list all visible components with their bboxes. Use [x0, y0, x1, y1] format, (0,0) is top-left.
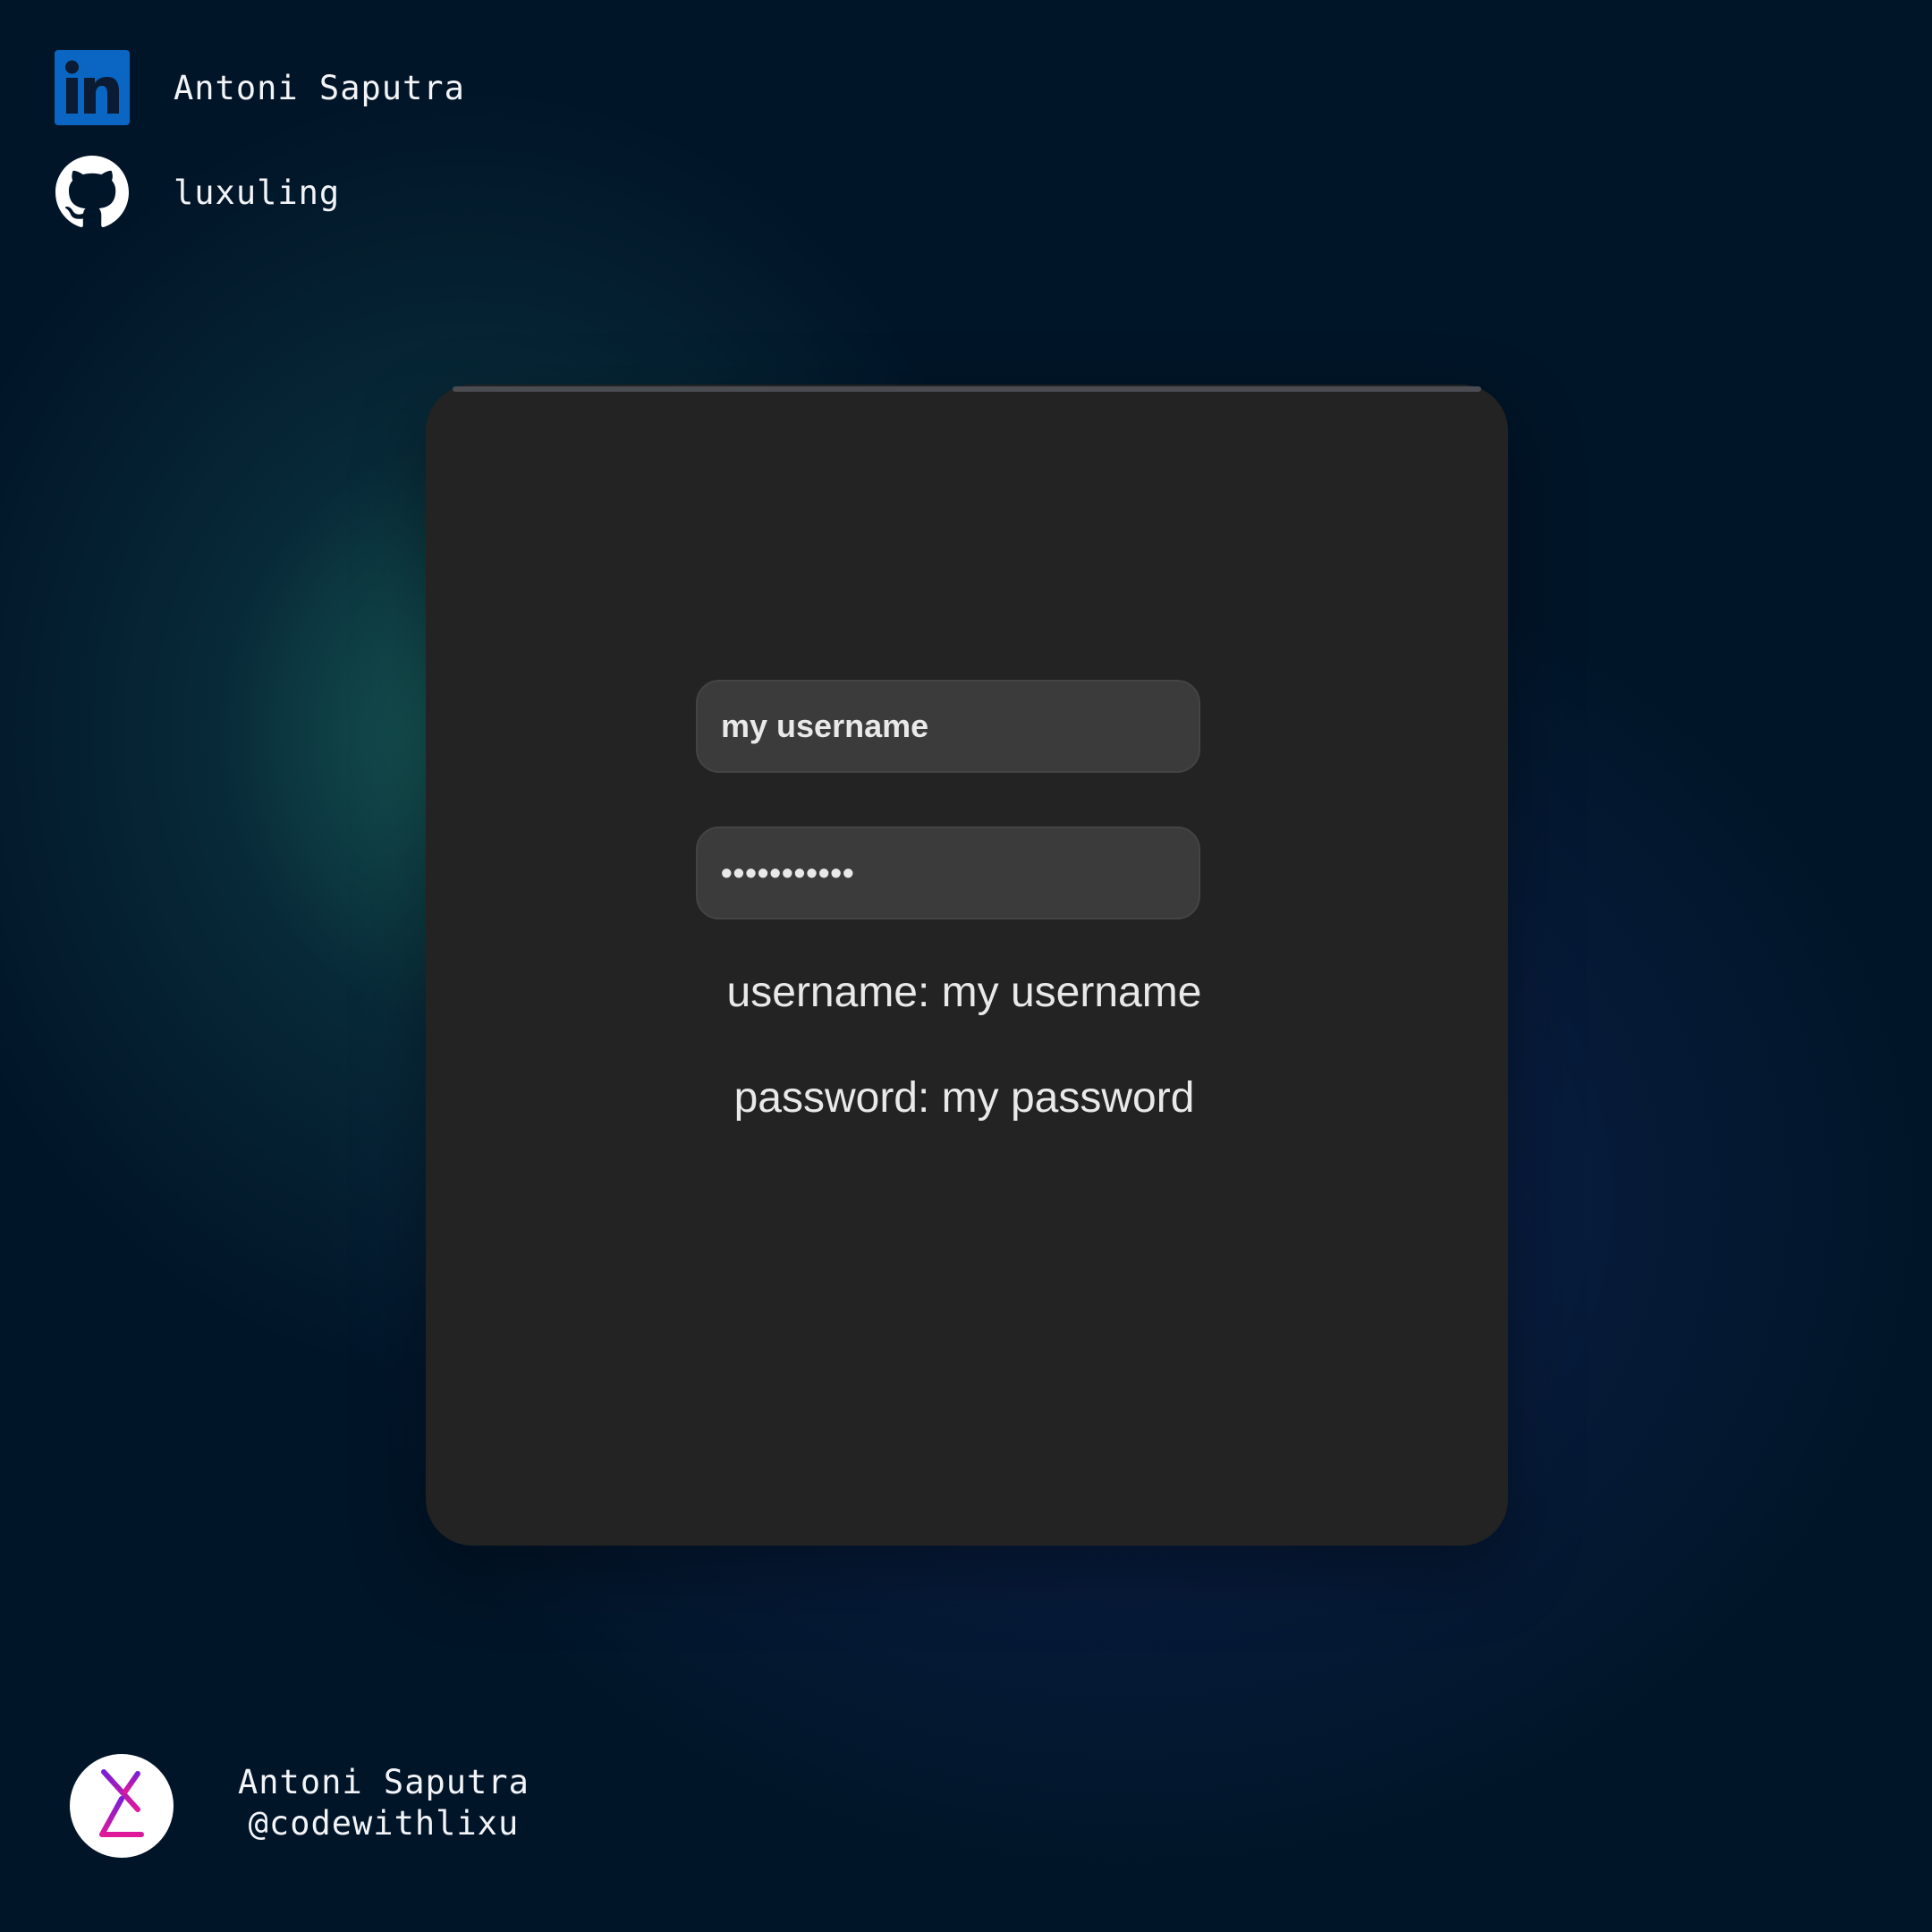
lx-logo-icon — [70, 1754, 174, 1858]
login-card: my username ••••••••••• username: my use… — [426, 385, 1508, 1546]
card-top-border — [453, 386, 1481, 392]
github-icon — [54, 154, 131, 231]
username-output: username: my username — [726, 969, 1202, 1016]
github-link[interactable]: luxuling — [54, 154, 340, 231]
github-username: luxuling — [174, 173, 341, 212]
password-output: password: my password — [733, 1074, 1195, 1122]
footer-handle: @codewithlixu — [248, 1804, 520, 1843]
password-input[interactable]: ••••••••••• — [696, 826, 1200, 919]
linkedin-name: Antoni Saputra — [174, 68, 465, 107]
footer-name: Antoni Saputra — [238, 1763, 530, 1801]
linkedin-link[interactable]: Antoni Saputra — [54, 49, 465, 126]
password-input-value: ••••••••••• — [721, 854, 855, 891]
linkedin-icon — [54, 49, 131, 126]
username-input[interactable]: my username — [696, 680, 1200, 773]
username-input-value: my username — [721, 708, 929, 744]
footer-credit: Antoni Saputra @codewithlixu — [238, 1762, 530, 1844]
